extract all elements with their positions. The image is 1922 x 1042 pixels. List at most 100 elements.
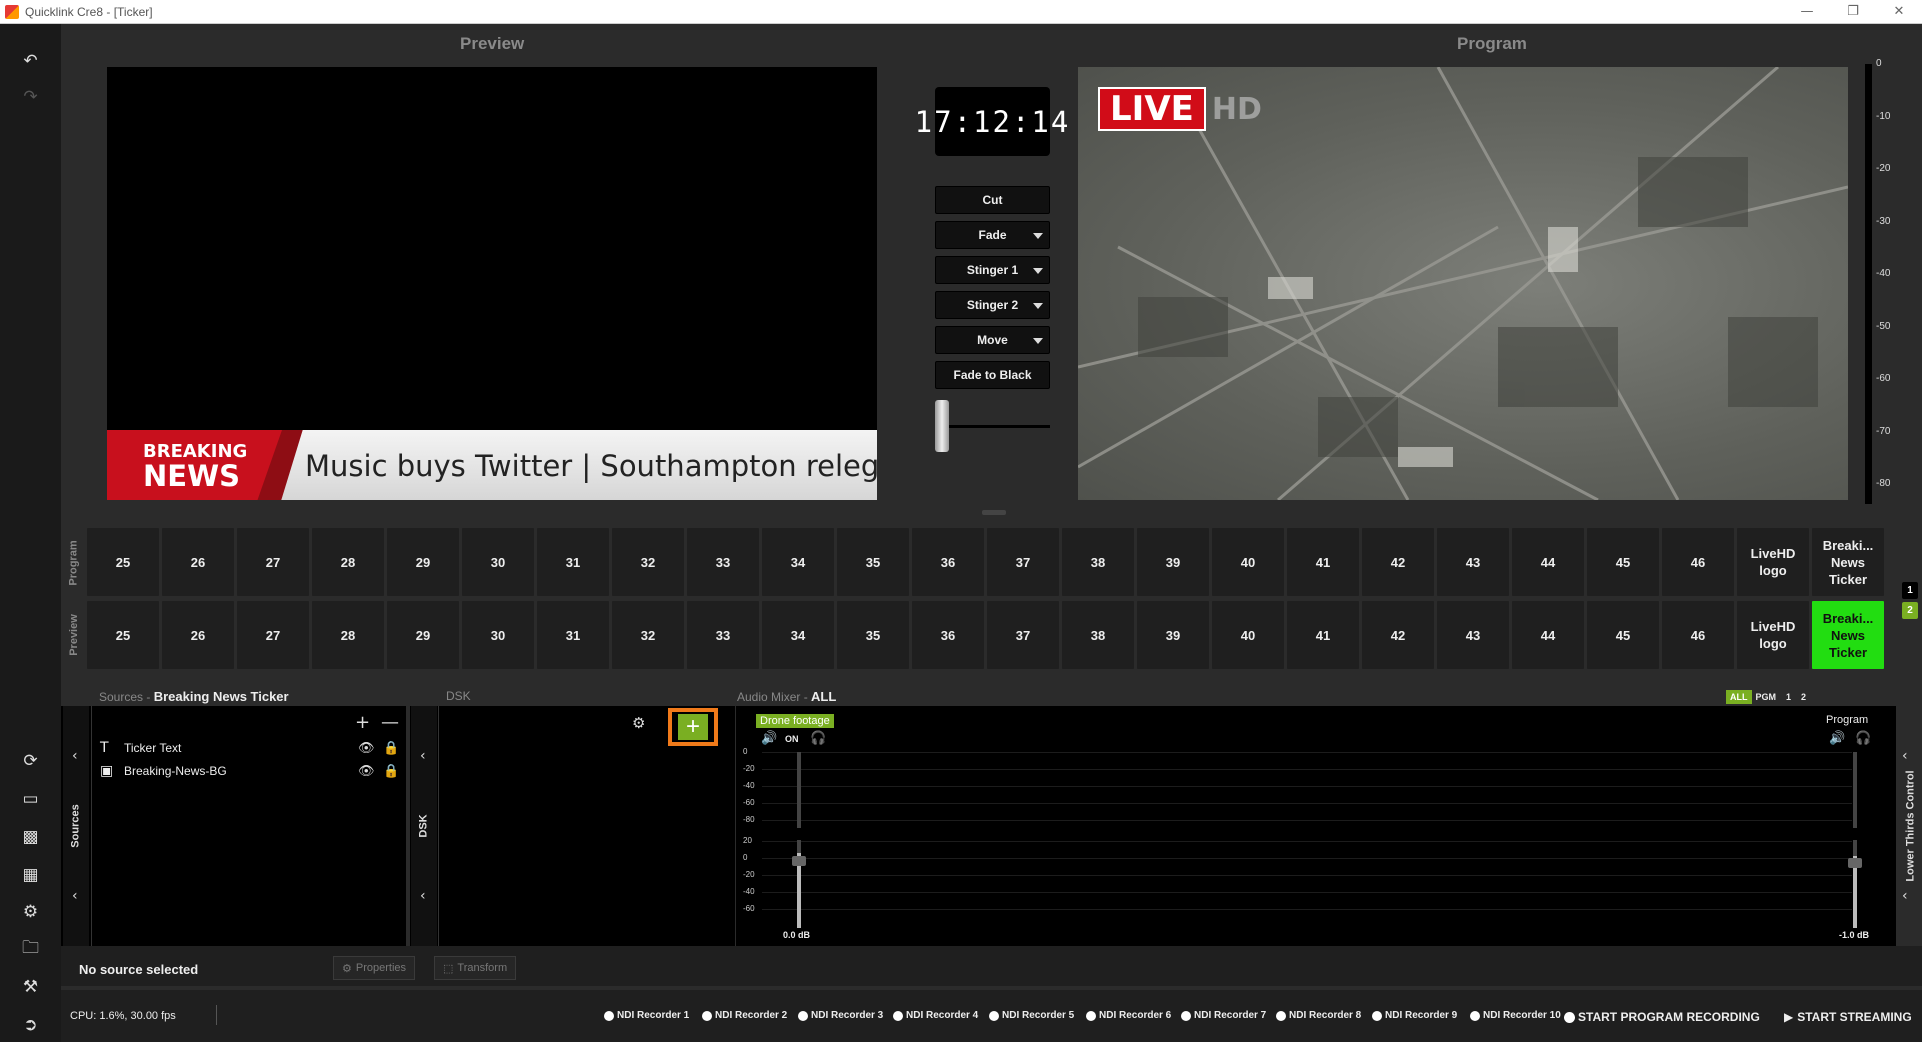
filter-2-button[interactable]: 2: [1797, 690, 1810, 704]
program-fader-knob[interactable]: [1848, 858, 1862, 868]
preview-cell[interactable]: 39: [1137, 601, 1209, 669]
add-dsk-button[interactable]: +: [668, 708, 718, 746]
program-cell[interactable]: 34: [762, 528, 834, 596]
fade-to-black-button[interactable]: Fade to Black: [935, 361, 1050, 389]
stinger2-button[interactable]: Stinger 2: [935, 291, 1050, 319]
filter-all-button[interactable]: ALL: [1726, 690, 1752, 704]
program-cell[interactable]: 43: [1437, 528, 1509, 596]
source-item-breaking-news-bg[interactable]: ▣ Breaking-News-BG: [100, 763, 227, 779]
gear-icon[interactable]: ⚙: [0, 897, 61, 927]
tools-icon[interactable]: ⚒: [0, 972, 61, 1002]
program-cell[interactable]: 39: [1137, 528, 1209, 596]
ndi-recorder-button[interactable]: NDI Recorder 1: [604, 1010, 689, 1021]
exit-icon[interactable]: ➲: [0, 1010, 61, 1040]
preview-cell[interactable]: 32: [612, 601, 684, 669]
preview-cell[interactable]: 46: [1662, 601, 1734, 669]
ndi-recorder-button[interactable]: NDI Recorder 3: [798, 1010, 883, 1021]
preview-cell[interactable]: LiveHD logo: [1737, 601, 1809, 669]
program-cell[interactable]: 38: [1062, 528, 1134, 596]
program-cell[interactable]: LiveHD logo: [1737, 528, 1809, 596]
channel-fader-knob[interactable]: [792, 856, 806, 866]
preview-cell[interactable]: 41: [1287, 601, 1359, 669]
program-cell[interactable]: 31: [537, 528, 609, 596]
speaker-icon[interactable]: 🔊: [761, 731, 777, 746]
filter-pgm-button[interactable]: PGM: [1752, 690, 1781, 704]
ndi-recorder-button[interactable]: NDI Recorder 9: [1372, 1010, 1457, 1021]
eye-icon[interactable]: 👁: [358, 764, 375, 779]
program-cell[interactable]: 29: [387, 528, 459, 596]
preview-cell[interactable]: 34: [762, 601, 834, 669]
preview-cell[interactable]: 28: [312, 601, 384, 669]
speaker-icon[interactable]: 🔊: [1829, 731, 1845, 746]
minimize-button[interactable]: —: [1784, 4, 1830, 19]
folder-icon[interactable]: 🗀: [0, 934, 61, 964]
preview-cell[interactable]: 31: [537, 601, 609, 669]
ndi-recorder-button[interactable]: NDI Recorder 8: [1276, 1010, 1361, 1021]
preview-cell[interactable]: 30: [462, 601, 534, 669]
chevron-left-icon[interactable]: ‹: [420, 748, 426, 764]
page-2-button[interactable]: 2: [1902, 602, 1918, 619]
preview-cell[interactable]: 25: [87, 601, 159, 669]
chevron-down-icon[interactable]: [1033, 268, 1043, 274]
program-cell[interactable]: Breaki... News Ticker: [1812, 528, 1884, 596]
preview-cell[interactable]: 29: [387, 601, 459, 669]
headphones-icon[interactable]: 🎧: [810, 731, 826, 746]
start-recording-button[interactable]: START PROGRAM RECORDING: [1564, 1010, 1760, 1024]
redo-icon[interactable]: ↷: [0, 82, 61, 112]
preview-cell[interactable]: 45: [1587, 601, 1659, 669]
channel-on-label[interactable]: ON: [785, 734, 799, 744]
add-source-icon[interactable]: +: [355, 712, 370, 733]
preview-cell[interactable]: 36: [912, 601, 984, 669]
cut-button[interactable]: Cut: [935, 186, 1050, 214]
sources-tab[interactable]: Sources: [63, 706, 89, 946]
page-1-button[interactable]: 1: [1902, 582, 1918, 599]
program-cell[interactable]: 45: [1587, 528, 1659, 596]
move-button[interactable]: Move: [935, 326, 1050, 354]
preview-cell[interactable]: 42: [1362, 601, 1434, 669]
chevron-left-icon[interactable]: ‹: [1902, 888, 1908, 904]
program-cell[interactable]: 37: [987, 528, 1059, 596]
ndi-recorder-button[interactable]: NDI Recorder 4: [893, 1010, 978, 1021]
properties-button[interactable]: ⚙ Properties: [333, 956, 416, 980]
chevron-left-icon[interactable]: ‹: [72, 748, 78, 764]
start-streaming-button[interactable]: ▶ START STREAMING: [1784, 1010, 1912, 1024]
program-cell[interactable]: 44: [1512, 528, 1584, 596]
program-cell[interactable]: 36: [912, 528, 984, 596]
undo-icon[interactable]: ↶: [0, 46, 61, 76]
layout-grid-icon[interactable]: ▦: [0, 860, 61, 890]
source-item-ticker-text[interactable]: T Ticker Text: [100, 740, 181, 756]
program-cell[interactable]: 40: [1212, 528, 1284, 596]
display-settings-icon[interactable]: ▩: [0, 822, 61, 852]
ndi-recorder-button[interactable]: NDI Recorder 2: [702, 1010, 787, 1021]
chevron-left-icon[interactable]: ‹: [420, 888, 426, 904]
ndi-recorder-button[interactable]: NDI Recorder 10: [1470, 1010, 1561, 1021]
restore-button[interactable]: ❐: [1830, 4, 1876, 19]
program-cell[interactable]: 35: [837, 528, 909, 596]
remove-source-icon[interactable]: —: [381, 712, 399, 733]
preview-cell[interactable]: 40: [1212, 601, 1284, 669]
chevron-left-icon[interactable]: ‹: [1902, 748, 1908, 764]
close-button[interactable]: ✕: [1876, 4, 1922, 19]
program-cell[interactable]: 30: [462, 528, 534, 596]
chevron-down-icon[interactable]: [1033, 338, 1043, 344]
chevron-left-icon[interactable]: ‹: [72, 888, 78, 904]
tbar-handle[interactable]: [935, 400, 949, 452]
preview-cell[interactable]: 35: [837, 601, 909, 669]
program-monitor[interactable]: LIVE HD: [1078, 67, 1848, 500]
preview-cell[interactable]: Breaki... News Ticker: [1812, 601, 1884, 669]
stinger1-button[interactable]: Stinger 1: [935, 256, 1050, 284]
eye-icon[interactable]: 👁: [358, 741, 375, 756]
headphones-icon[interactable]: 🎧: [1855, 731, 1871, 746]
lock-icon[interactable]: 🔒: [383, 764, 399, 779]
program-cell[interactable]: 25: [87, 528, 159, 596]
transform-button[interactable]: ⬚ Transform: [434, 956, 517, 980]
program-cell[interactable]: 26: [162, 528, 234, 596]
preview-cell[interactable]: 44: [1512, 601, 1584, 669]
dsk-tab[interactable]: DSK: [411, 706, 437, 946]
ndi-recorder-button[interactable]: NDI Recorder 7: [1181, 1010, 1266, 1021]
monitor-icon[interactable]: ▭: [0, 784, 61, 814]
gear-icon[interactable]: ⚙: [632, 714, 645, 732]
program-cell[interactable]: 42: [1362, 528, 1434, 596]
lower-thirds-tab[interactable]: Lower Thirds Control: [1898, 706, 1922, 946]
filter-1-button[interactable]: 1: [1780, 690, 1797, 704]
